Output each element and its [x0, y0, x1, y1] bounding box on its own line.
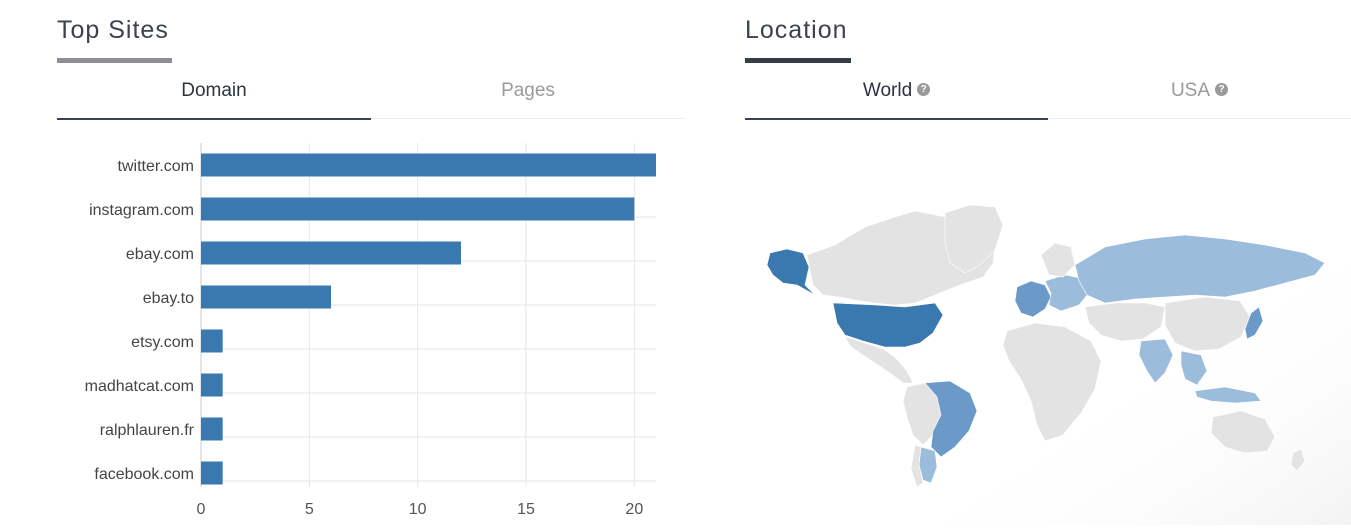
tab-world-label: World — [862, 80, 913, 101]
top-sites-title: Top Sites — [57, 16, 169, 44]
top-sites-title-underline — [57, 58, 172, 63]
x-tick-label: 10 — [409, 501, 427, 518]
bar[interactable] — [201, 197, 635, 221]
bar[interactable] — [201, 417, 223, 441]
top-sites-bar-chart: twitter.com instagram.com ebay.com ebay.to e… — [85, 143, 656, 518]
location-title: Location — [745, 16, 848, 44]
category-label: ebay.com — [126, 246, 194, 263]
category-label: twitter.com — [118, 158, 194, 175]
location-title-underline — [745, 58, 851, 63]
question-circle-icon[interactable]: ? — [1215, 83, 1229, 97]
category-label: instagram.com — [89, 202, 194, 219]
tab-usa-label: USA — [1170, 80, 1211, 101]
top-sites-tabs: Domain Pages — [57, 72, 685, 120]
category-label: facebook.com — [94, 466, 194, 483]
tab-usa[interactable]: USA? — [1048, 72, 1351, 118]
bar[interactable] — [201, 373, 223, 397]
bar[interactable] — [201, 241, 461, 265]
tab-pages-label: Pages — [501, 80, 555, 101]
bar[interactable] — [201, 285, 331, 309]
category-label: ralphlauren.fr — [100, 422, 195, 439]
tab-world[interactable]: World? — [745, 72, 1048, 120]
category-label: ebay.to — [143, 290, 194, 307]
category-label: etsy.com — [131, 334, 194, 351]
tab-domain-label: Domain — [181, 80, 247, 101]
category-label: madhatcat.com — [85, 378, 194, 395]
question-circle-icon[interactable]: ? — [917, 83, 931, 97]
x-tick-label: 0 — [197, 501, 206, 518]
location-tabs: World? USA? — [745, 72, 1351, 120]
x-tick-label: 20 — [625, 501, 643, 518]
bar[interactable] — [201, 153, 656, 177]
x-tick-label: 15 — [517, 501, 535, 518]
x-tick-label: 5 — [305, 501, 314, 518]
world-map — [745, 135, 1351, 525]
bar[interactable] — [201, 329, 223, 353]
tab-domain[interactable]: Domain — [57, 72, 371, 120]
tab-pages[interactable]: Pages — [371, 72, 685, 118]
bar[interactable] — [201, 461, 223, 485]
